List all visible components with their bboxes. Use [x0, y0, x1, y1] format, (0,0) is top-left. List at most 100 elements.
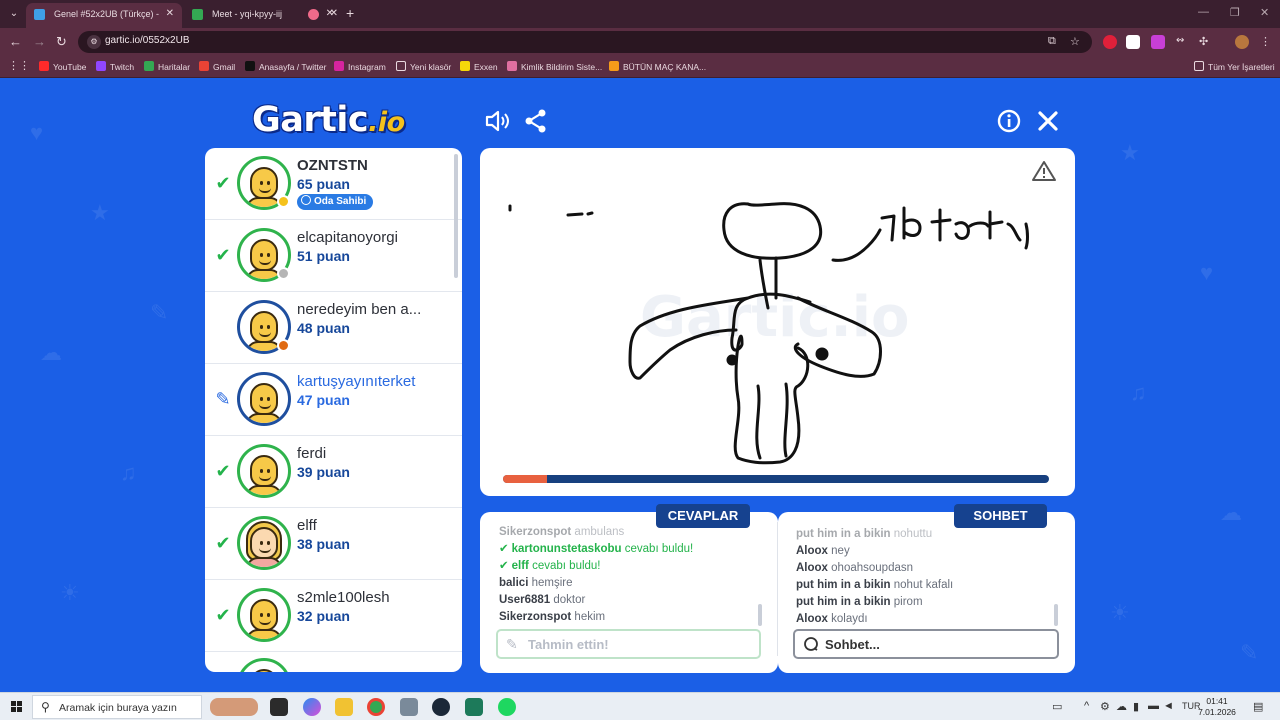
player-points: 39 puan: [297, 464, 350, 480]
back-icon[interactable]: ←: [9, 34, 22, 50]
share-icon[interactable]: [523, 108, 549, 134]
player-name: kartuşyayınıterket: [297, 373, 416, 390]
drawing-area[interactable]: Gartic.io: [480, 148, 1075, 496]
bookmark-twitter[interactable]: Anasayfa / Twitter: [245, 61, 326, 72]
player-row[interactable]: ✔ OZNTSTN 65 puan Oda Sahibi: [205, 148, 462, 220]
bookmark-youtube[interactable]: YouTube: [39, 61, 86, 72]
bookmark-instagram[interactable]: Instagram: [334, 61, 386, 72]
check-icon: ✔: [215, 461, 231, 481]
bookmark-twitch[interactable]: Twitch: [96, 61, 134, 72]
bookmark-kimlik[interactable]: Kimlik Bildirim Siste...: [507, 61, 602, 72]
chrome-icon[interactable]: [367, 698, 385, 716]
chat-list: put him in a bikin nohuttu Aloox ney Alo…: [796, 526, 1050, 626]
sound-icon[interactable]: [484, 108, 510, 134]
player-row[interactable]: ✔ elff 38 puan: [205, 508, 462, 580]
status-dot: [277, 267, 290, 280]
instagram-icon: [334, 61, 344, 71]
extension-red-icon[interactable]: [1103, 35, 1117, 49]
cloud-icon[interactable]: ☁: [1116, 700, 1127, 713]
cast-icon[interactable]: ⧉: [1048, 35, 1056, 48]
window-close-icon[interactable]: ✕: [1260, 6, 1269, 19]
task-view-icon[interactable]: [270, 698, 288, 716]
close-tab-icon[interactable]: ✕: [166, 3, 174, 25]
news-widget-icon[interactable]: [210, 698, 258, 716]
info-icon[interactable]: [996, 108, 1022, 134]
folder-icon: [396, 61, 406, 71]
close-tab-icon[interactable]: ✕: [330, 3, 338, 25]
bookmark-exxen[interactable]: Exxen: [460, 61, 498, 72]
chat-scrollbar[interactable]: [1054, 604, 1058, 626]
spotify-icon[interactable]: [498, 698, 516, 716]
tab-gartic[interactable]: Genel #52x2UB (Türkçe) - Gartic ✕: [26, 3, 182, 28]
player-points: 65 puan: [297, 176, 350, 192]
extension-purple-icon[interactable]: [1151, 35, 1165, 49]
extension-white-icon[interactable]: [1126, 35, 1140, 49]
pencil-icon: ✎: [506, 636, 518, 652]
player-row[interactable]: ✔ elcapitanoyorgi 51 puan: [205, 220, 462, 292]
doodle-sun-icon: ☀: [60, 580, 80, 605]
browser-tab-strip: ⌄ Genel #52x2UB (Türkçe) - Gartic ✕ Meet…: [0, 0, 1280, 28]
reload-icon[interactable]: ↻: [56, 34, 67, 50]
maps-icon: [144, 61, 154, 71]
doodle-music-icon: ♫: [120, 460, 137, 485]
chat-tab: SOHBET: [954, 504, 1047, 528]
minimize-icon[interactable]: —: [1198, 6, 1209, 18]
notifications-icon[interactable]: ▤: [1253, 700, 1263, 713]
player-row[interactable]: ✔ s2mle100lesh 32 puan: [205, 580, 462, 652]
address-bar[interactable]: ⚙ gartic.io/0552x2UB ⧉ ☆: [78, 31, 1092, 53]
bookmark-mac-kanal[interactable]: BÜTÜN MAÇ KANA...: [609, 61, 706, 72]
list-item: Aloox ney: [796, 545, 850, 557]
extensions-puzzle-icon[interactable]: ✣: [1199, 35, 1213, 49]
steam-icon[interactable]: [432, 698, 450, 716]
taskbar-search[interactable]: ⚲ Aramak için buraya yazın: [32, 695, 202, 719]
file-explorer-icon[interactable]: [335, 698, 353, 716]
extension-link-icon[interactable]: ↭: [1176, 35, 1190, 49]
copilot-icon[interactable]: [303, 698, 321, 716]
gmail-icon: [199, 61, 209, 71]
tab-search-button[interactable]: ⌄: [5, 5, 23, 23]
all-bookmarks[interactable]: Tüm Yer İşaretleri: [1194, 61, 1275, 72]
network-icon[interactable]: ▬: [1148, 700, 1159, 712]
player-points: 47 puan: [297, 392, 350, 408]
tab-recording[interactable]: ✕: [300, 3, 342, 28]
windows-start-icon[interactable]: [11, 701, 23, 713]
bookmark-gmail[interactable]: Gmail: [199, 61, 235, 72]
drawing-canvas[interactable]: Gartic.io: [480, 148, 1075, 496]
monitor-icon[interactable]: ▭: [1052, 700, 1062, 713]
app-icon[interactable]: [400, 698, 418, 716]
app-green-icon[interactable]: [465, 698, 483, 716]
player-row[interactable]: neredeyim ben a... 48 puan: [205, 292, 462, 364]
player-row-drawing[interactable]: ✎ kartuşyayınıterket 47 puan: [205, 364, 462, 436]
twitch-icon: [96, 61, 106, 71]
player-row[interactable]: [205, 652, 462, 672]
volume-icon[interactable]: ◄: [1163, 700, 1174, 712]
check-icon: ✔: [499, 560, 509, 572]
profile-avatar-icon[interactable]: [1235, 35, 1249, 49]
answers-list: Sikerzonspot ambulans ✔ kartonunstetaskob…: [499, 524, 769, 626]
settings-tray-icon[interactable]: ⚙: [1100, 700, 1110, 713]
browser-menu-icon[interactable]: ⋮: [1260, 35, 1274, 49]
bookmark-maps[interactable]: Haritalar: [144, 61, 190, 72]
maximize-icon[interactable]: ❐: [1230, 6, 1240, 19]
folder-icon: [1194, 61, 1204, 71]
answers-scrollbar[interactable]: [758, 604, 762, 626]
bookmark-folder[interactable]: Yeni klasör: [396, 61, 451, 72]
bookmark-star-icon[interactable]: ☆: [1070, 35, 1080, 48]
player-row[interactable]: ✔ ferdi 39 puan: [205, 436, 462, 508]
guess-input[interactable]: ✎ Tahmin ettin!: [496, 629, 761, 659]
tray-expand-icon[interactable]: ^: [1084, 700, 1089, 712]
chat-input[interactable]: Sohbet...: [793, 629, 1059, 659]
apps-grid-icon[interactable]: ⋮⋮: [8, 59, 30, 72]
mic-icon[interactable]: ▮: [1133, 700, 1139, 713]
report-warning-icon[interactable]: [1031, 160, 1057, 182]
list-item: Aloox ohoahsoupdasn: [796, 562, 914, 574]
new-tab-button[interactable]: +: [346, 5, 354, 21]
forward-icon[interactable]: →: [33, 34, 46, 50]
player-points: 51 puan: [297, 248, 350, 264]
player-list-scrollbar[interactable]: [454, 154, 458, 278]
site-info-icon[interactable]: ⚙: [87, 35, 101, 49]
gartic-favicon-icon: [34, 9, 45, 20]
clock[interactable]: 01:41 7.01.2026: [1198, 696, 1236, 718]
exit-close-icon[interactable]: [1035, 108, 1061, 134]
list-item: Sikerzonspot ambulans: [499, 526, 625, 538]
